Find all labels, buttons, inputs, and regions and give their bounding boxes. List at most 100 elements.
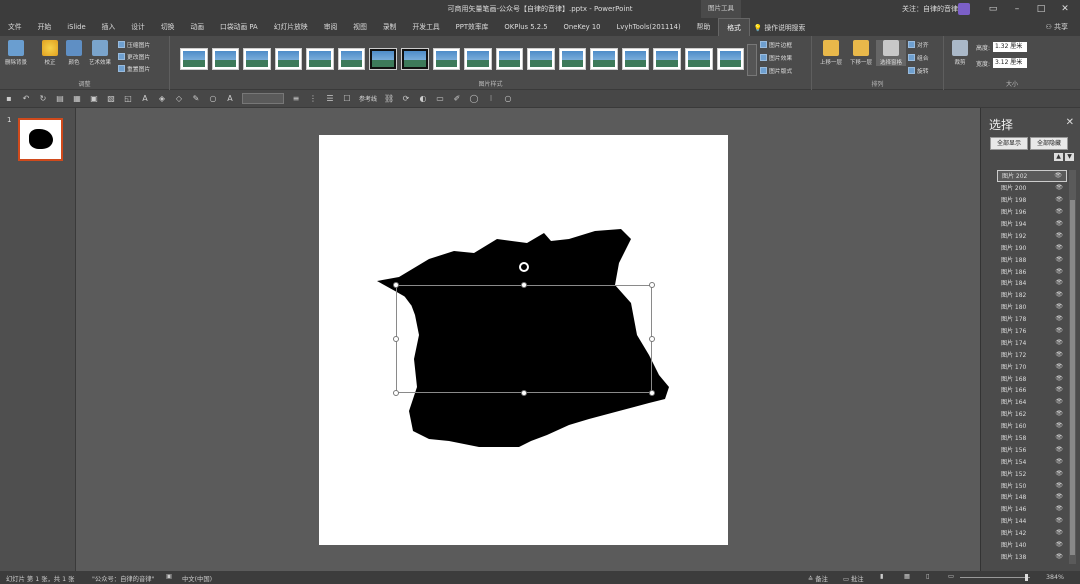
eye-icon[interactable]: 👁 [1055, 505, 1063, 512]
eye-icon[interactable]: 👁 [1055, 517, 1063, 524]
tab-9[interactable]: 审阅 [316, 18, 346, 36]
tab-6[interactable]: 动画 [182, 18, 212, 36]
picture-style-17[interactable] [716, 48, 745, 70]
tab-4[interactable]: 设计 [123, 18, 153, 36]
eye-icon[interactable]: 👁 [1055, 244, 1063, 251]
handle-left[interactable] [393, 336, 399, 342]
gallery-scroll[interactable] [747, 44, 757, 76]
list-item[interactable]: 图片 162 👁 [997, 408, 1067, 420]
notes-button[interactable]: ≙ 备注 [808, 574, 828, 583]
list-item[interactable]: 图片 152 👁 [997, 467, 1067, 479]
picture-style-7[interactable] [400, 48, 429, 70]
list-item[interactable]: 图片 168 👁 [997, 372, 1067, 384]
list-item[interactable]: 图片 148 👁 [997, 491, 1067, 503]
tab-2[interactable]: iSlide [59, 18, 93, 36]
tab-17[interactable]: 帮助 [689, 18, 719, 36]
list-item[interactable]: 图片 202 👁 [997, 170, 1067, 182]
list-item[interactable]: 图片 190 👁 [997, 241, 1067, 253]
circle-icon[interactable]: ○ [208, 94, 218, 104]
list-item[interactable]: 图片 194 👁 [997, 218, 1067, 230]
list-item[interactable]: 图片 160 👁 [997, 420, 1067, 432]
eye-icon[interactable]: 👁 [1055, 482, 1063, 489]
list-item[interactable]: 图片 156 👁 [997, 443, 1067, 455]
group-objects-icon[interactable]: ▣ [89, 94, 99, 104]
tab-16[interactable]: LvyhTools(201114) [609, 18, 689, 36]
handle-right[interactable] [649, 336, 655, 342]
picture-style-8[interactable] [432, 48, 461, 70]
tab-7[interactable]: 口袋动画 PA [212, 18, 266, 36]
picture-layout-button[interactable]: 图片版式 [760, 66, 792, 75]
list-item[interactable]: 图片 138 👁 [997, 551, 1067, 563]
format-painter-icon[interactable]: ▤ [55, 94, 65, 104]
tab-14[interactable]: OKPlus 5.2.5 [496, 18, 555, 36]
list-item[interactable]: 图片 144 👁 [997, 515, 1067, 527]
move-up-icon[interactable]: ▲ [1054, 153, 1063, 161]
eye-icon[interactable]: 👁 [1054, 172, 1062, 179]
tab-12[interactable]: 开发工具 [404, 18, 447, 36]
list-item[interactable]: 图片 146 👁 [997, 503, 1067, 515]
tab-0[interactable]: 文件 [0, 18, 30, 36]
zoom-slider[interactable] [960, 577, 1030, 578]
text-icon[interactable]: A [140, 94, 150, 104]
eye-icon[interactable]: 👁 [1055, 410, 1063, 417]
link-icon[interactable]: ⛓ [384, 94, 394, 104]
normal-view-icon[interactable]: ▮ [880, 573, 883, 580]
oval-icon[interactable]: ◯ [469, 94, 479, 104]
eye-icon[interactable]: 👁 [1055, 351, 1063, 358]
eye-icon[interactable]: 👁 [1055, 339, 1063, 346]
width-input[interactable]: 3.12 厘米 [993, 58, 1028, 68]
reference-line-label[interactable]: 参考线 [359, 94, 377, 103]
list-item[interactable]: 图片 192 👁 [997, 229, 1067, 241]
hide-all-button[interactable]: 全部隐藏 [1030, 137, 1068, 150]
tab-3[interactable]: 插入 [94, 18, 124, 36]
selection-pane-button[interactable]: 选择窗格 [876, 40, 906, 66]
eye-icon[interactable]: 👁 [1055, 446, 1063, 453]
list-item[interactable]: 图片 150 👁 [997, 479, 1067, 491]
change-picture-button[interactable]: 更改图片 [118, 52, 150, 61]
rotate-handle-icon[interactable] [519, 262, 529, 272]
save-icon[interactable]: ▪ [4, 94, 14, 104]
list-item[interactable]: 图片 180 👁 [997, 301, 1067, 313]
eye-icon[interactable]: 👁 [1055, 256, 1063, 263]
tab-10[interactable]: 视图 [345, 18, 375, 36]
undo-icon[interactable]: ↶ [21, 94, 31, 104]
eye-icon[interactable]: 👁 [1055, 375, 1063, 382]
eye-icon[interactable]: 👁 [1055, 303, 1063, 310]
eye-icon[interactable]: 👁 [1055, 196, 1063, 203]
picture-style-11[interactable] [527, 48, 555, 70]
eye-icon[interactable]: 👁 [1055, 220, 1063, 227]
share-button[interactable]: ⚇ 共享 [1045, 22, 1068, 32]
handle-bottom-right[interactable] [649, 390, 655, 396]
tab-8[interactable]: 幻灯片放映 [266, 18, 316, 36]
crop-button[interactable]: 裁剪 [948, 40, 972, 66]
sorter-view-icon[interactable]: ▦ [904, 573, 910, 580]
scroll-thumb[interactable] [1070, 200, 1075, 555]
edit-icon[interactable]: ✐ [452, 94, 462, 104]
compress-pictures-button[interactable]: 压缩图片 [118, 40, 150, 49]
handle-bottom[interactable] [521, 390, 527, 396]
ribbon-display-icon[interactable]: ▭ [986, 2, 1000, 16]
picture-style-6[interactable] [369, 48, 397, 70]
eye-icon[interactable]: 👁 [1055, 363, 1063, 370]
more-icon[interactable]: ⁝ [486, 94, 496, 104]
tab-18[interactable]: 格式 [718, 18, 750, 36]
correct-button[interactable]: 校正 [38, 40, 62, 66]
list-item[interactable]: 图片 142 👁 [997, 527, 1067, 539]
picture-style-12[interactable] [558, 48, 587, 70]
bring-forward-button[interactable]: 上移一层 [816, 40, 846, 66]
handle-bottom-left[interactable] [393, 390, 399, 396]
eye-icon[interactable]: 👁 [1055, 327, 1063, 334]
picture-style-9[interactable] [464, 48, 492, 70]
slideshow-icon[interactable]: ▭ [948, 573, 954, 580]
show-all-button[interactable]: 全部显示 [990, 137, 1028, 150]
selection-box[interactable] [396, 285, 652, 393]
list-item[interactable]: 图片 176 👁 [997, 325, 1067, 337]
eye-icon[interactable]: 👁 [1055, 291, 1063, 298]
outline-icon[interactable]: ◇ [174, 94, 184, 104]
eye-icon[interactable]: 👁 [1055, 434, 1063, 441]
paint-icon[interactable]: ◐ [418, 94, 428, 104]
picture-style-15[interactable] [653, 48, 681, 70]
sync-icon[interactable]: ⟳ [401, 94, 411, 104]
list-item[interactable]: 图片 188 👁 [997, 253, 1067, 265]
eye-icon[interactable]: 👁 [1055, 279, 1063, 286]
